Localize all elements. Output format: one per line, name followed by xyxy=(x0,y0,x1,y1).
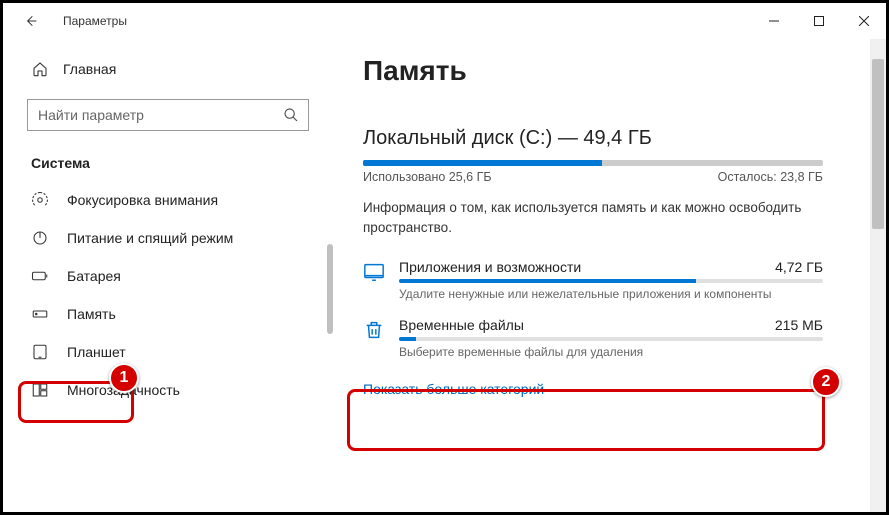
search-box[interactable] xyxy=(27,99,309,131)
apps-icon xyxy=(363,261,385,283)
search-icon xyxy=(282,106,300,124)
disk-title: Локальный диск (C:) — 49,4 ГБ xyxy=(363,127,858,150)
close-button[interactable] xyxy=(841,6,886,36)
category-size: 215 МБ xyxy=(775,317,823,333)
show-more-link[interactable]: Показать больше категорий xyxy=(363,381,544,397)
storage-category-apps[interactable]: Приложения и возможности 4,72 ГБ Удалите… xyxy=(363,259,823,301)
sidebar-item-label: Планшет xyxy=(67,344,126,360)
window-title: Параметры xyxy=(63,14,127,28)
sidebar-nav: Фокусировка внимания Питание и спящий ре… xyxy=(3,181,333,409)
annotation-highlight-2 xyxy=(347,389,825,451)
sidebar-item-storage[interactable]: Память xyxy=(3,295,333,333)
disk-used-label: Использовано 25,6 ГБ xyxy=(363,170,492,184)
battery-icon xyxy=(31,267,49,285)
sidebar-item-focus[interactable]: Фокусировка внимания xyxy=(3,181,333,219)
sidebar-item-multitask[interactable]: Многозадачность xyxy=(3,371,333,409)
back-button[interactable] xyxy=(19,9,43,33)
category-desc: Выберите временные файлы для удаления xyxy=(399,345,823,359)
minimize-icon xyxy=(769,16,779,26)
category-name: Приложения и возможности xyxy=(399,259,581,275)
arrow-left-icon xyxy=(23,13,39,29)
sidebar-item-label: Память xyxy=(67,306,116,322)
multitask-icon xyxy=(31,381,49,399)
power-icon xyxy=(31,229,49,247)
annotation-badge-1: 1 xyxy=(109,363,139,393)
sidebar-item-label: Фокусировка внимания xyxy=(67,192,218,208)
disk-usage-bar xyxy=(363,160,823,166)
sidebar-item-tablet[interactable]: Планшет xyxy=(3,333,333,371)
trash-icon xyxy=(363,319,385,341)
sidebar-item-power[interactable]: Питание и спящий режим xyxy=(3,219,333,257)
home-icon xyxy=(31,61,49,77)
storage-icon xyxy=(31,305,49,323)
storage-category-temp[interactable]: Временные файлы 215 МБ Выберите временны… xyxy=(363,317,823,359)
category-name: Временные файлы xyxy=(399,317,524,333)
sidebar-item-label: Батарея xyxy=(67,268,121,284)
sidebar-item-label: Питание и спящий режим xyxy=(67,230,233,246)
tablet-icon xyxy=(31,343,49,361)
maximize-icon xyxy=(814,16,824,26)
main-content: Память Локальный диск (C:) — 49,4 ГБ Исп… xyxy=(333,39,886,512)
sidebar-section-title: Система xyxy=(3,149,333,181)
annotation-badge-2: 2 xyxy=(811,367,841,397)
page-title: Память xyxy=(363,55,858,87)
minimize-button[interactable] xyxy=(751,6,796,36)
search-input[interactable] xyxy=(38,107,282,123)
disk-free-label: Осталось: 23,8 ГБ xyxy=(718,170,823,184)
main-scrollbar-thumb[interactable] xyxy=(872,59,884,229)
storage-info-text: Информация о том, как используется памят… xyxy=(363,198,803,237)
category-desc: Удалите ненужные или нежелательные прило… xyxy=(399,287,823,301)
category-fill xyxy=(399,337,416,341)
sidebar: Главная Система Фокусировка внимания xyxy=(3,39,333,512)
close-icon xyxy=(859,16,869,26)
sidebar-home[interactable]: Главная xyxy=(3,53,333,85)
focus-icon xyxy=(31,191,49,209)
disk-usage-fill xyxy=(363,160,602,166)
category-size: 4,72 ГБ xyxy=(775,259,823,275)
maximize-button[interactable] xyxy=(796,6,841,36)
category-fill xyxy=(399,279,696,283)
titlebar: Параметры xyxy=(3,3,886,39)
main-scrollbar-track[interactable] xyxy=(870,39,886,512)
sidebar-item-battery[interactable]: Батарея xyxy=(3,257,333,295)
window-controls xyxy=(751,6,886,36)
sidebar-home-label: Главная xyxy=(63,61,116,77)
